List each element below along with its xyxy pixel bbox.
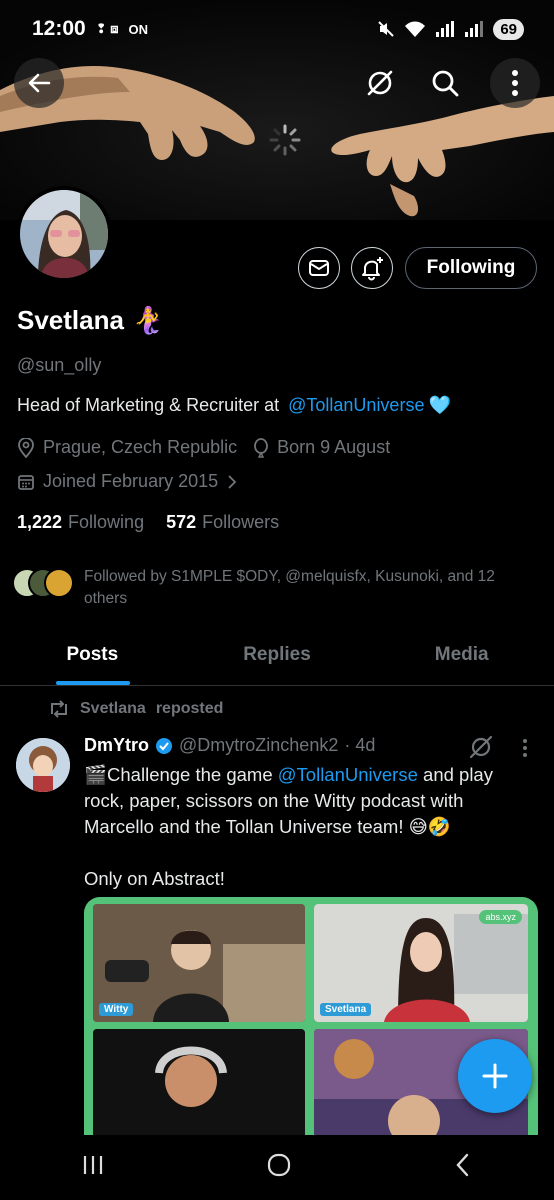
location-icon — [18, 437, 34, 458]
bio-text: Head of Marketing & Recruiter at — [17, 395, 285, 415]
tab-posts[interactable]: Posts — [0, 630, 185, 685]
back-arrow-icon — [28, 73, 51, 93]
location-text: Prague, Czech Republic — [43, 437, 238, 457]
following-count-link[interactable]: 1,222 Following — [17, 512, 144, 533]
status-bar: 12:00 ❢ ⧈ ON 69 — [0, 0, 554, 58]
home-button[interactable] — [266, 1152, 292, 1183]
plus-icon — [482, 1063, 508, 1089]
signal-icon — [436, 21, 455, 37]
avatar-image — [20, 190, 108, 278]
video-tile: Svetlana abs.xyz — [314, 904, 528, 1022]
recent-apps-button[interactable] — [81, 1153, 105, 1182]
verified-icon — [156, 737, 173, 754]
joined-text: Joined February 2015 — [43, 471, 219, 491]
post-text-lead: 🎬Challenge the game — [84, 764, 278, 785]
profile-name: Svetlana — [17, 305, 124, 335]
bell-plus-icon — [362, 257, 383, 281]
post-avatar-image — [16, 738, 70, 792]
calendar-icon — [18, 474, 34, 490]
signal-icon-2 — [465, 21, 484, 37]
battery-badge: 69 — [493, 18, 524, 40]
post-grok-button[interactable] — [468, 734, 494, 765]
post-author-name[interactable]: DmYtro — [84, 735, 149, 756]
followed-by-row[interactable]: Followed by S1MPLE $ODY, @melquisfx, Kus… — [12, 566, 534, 610]
home-icon — [267, 1153, 291, 1177]
location-row: Prague, Czech Republic Born 9 August — [17, 437, 390, 458]
tab-replies[interactable]: Replies — [185, 630, 370, 685]
followers-label: Followers — [202, 512, 280, 532]
profile-handle: @sun_olly — [17, 355, 102, 375]
followed-by-avatars — [12, 566, 76, 600]
mute-status-icon — [378, 21, 395, 37]
more-button[interactable] — [490, 58, 540, 108]
notify-button[interactable] — [351, 247, 393, 289]
search-icon — [432, 70, 459, 97]
post-author-avatar[interactable] — [16, 738, 70, 792]
tab-media[interactable]: Media — [369, 630, 554, 685]
name-emoji: 🧜‍♀️ — [131, 305, 165, 335]
repost-indicator: Svetlana reposted — [48, 700, 223, 718]
video-tile: Witty — [93, 904, 305, 1022]
post-more-button[interactable] — [522, 738, 528, 763]
wifi-icon — [405, 21, 426, 37]
post-author-handle[interactable]: @DmytroZinchenk2 — [179, 735, 338, 756]
bio-emoji: 🩵 — [428, 395, 451, 415]
profile-avatar[interactable] — [16, 186, 112, 282]
system-back-icon — [456, 1153, 469, 1177]
bio-mention-link[interactable]: @TollanUniverse — [288, 395, 424, 416]
repost-icon — [51, 700, 67, 718]
status-indicator: ON — [128, 21, 149, 37]
more-icon — [512, 70, 518, 96]
post-header: DmYtro @DmytroZinchenk2 · 4d — [84, 735, 375, 756]
following-button[interactable]: Following — [405, 247, 537, 289]
followers-count: 572 — [166, 512, 197, 532]
grok-icon — [469, 735, 493, 759]
following-count: 1,222 — [17, 512, 63, 532]
repost-user: Svetlana — [80, 700, 146, 717]
status-time: 12:00 — [32, 17, 86, 40]
more-icon — [523, 739, 527, 757]
media-badge: abs.xyz — [479, 910, 522, 924]
birthday-text: Born 9 August — [277, 437, 391, 457]
follow-counts: 1,222 Following 572 Followers — [17, 512, 279, 533]
follower-avatar — [44, 568, 74, 598]
grok-icon — [367, 70, 393, 96]
post-age: · 4d — [344, 735, 376, 755]
followed-by-text: Followed by S1MPLE $ODY, @melquisfx, Kus… — [84, 568, 495, 607]
notification-icons: ❢ ⧈ — [95, 21, 119, 36]
following-label: Following — [68, 512, 145, 532]
post-mention-link[interactable]: @TollanUniverse — [278, 764, 418, 785]
tile-label-svetlana: Svetlana — [320, 1003, 372, 1016]
compose-button[interactable] — [458, 1039, 532, 1113]
back-button[interactable] — [14, 58, 64, 108]
message-button[interactable] — [298, 247, 340, 289]
profile-bio: Head of Marketing & Recruiter at @Tollan… — [17, 395, 451, 416]
chevron-right-icon — [228, 474, 237, 489]
joined-row[interactable]: Joined February 2015 — [17, 471, 238, 492]
system-back-button[interactable] — [453, 1152, 473, 1183]
system-nav-bar — [0, 1135, 554, 1200]
profile-tabs: Posts Replies Media — [0, 630, 554, 686]
repost-label: reposted — [155, 700, 224, 717]
followers-count-link[interactable]: 572 Followers — [166, 512, 279, 533]
post-text: 🎬Challenge the game @TollanUniverse and … — [84, 762, 534, 892]
balloon-icon — [254, 437, 269, 458]
message-icon — [309, 260, 329, 276]
grok-button[interactable] — [355, 58, 405, 108]
search-button[interactable] — [420, 58, 470, 108]
tile-label-witty: Witty — [99, 1003, 134, 1016]
recent-apps-icon — [83, 1156, 102, 1174]
profile-name-row: Svetlana 🧜‍♀️ — [17, 305, 164, 336]
